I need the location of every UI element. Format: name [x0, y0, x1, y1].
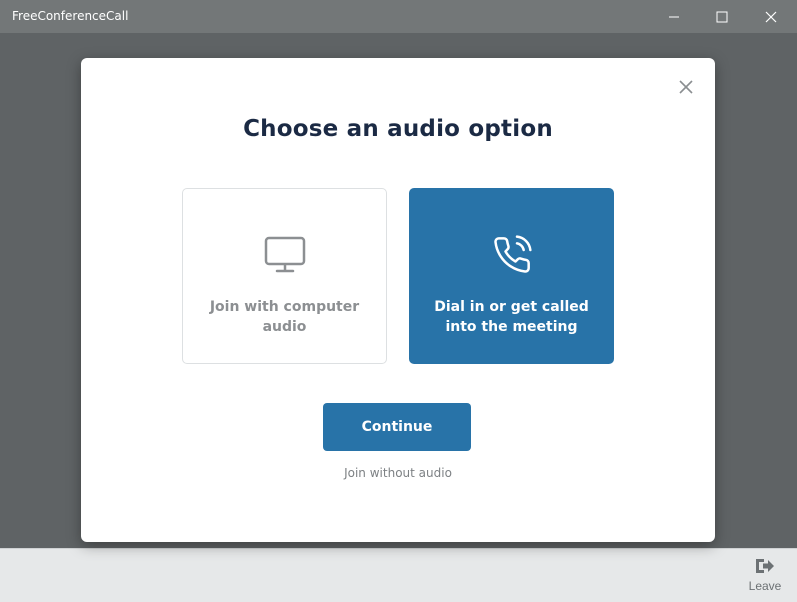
maximize-icon [716, 11, 728, 22]
audio-option-dialog: Choose an audio option Join with compute… [81, 58, 715, 542]
window-title: FreeConferenceCall [12, 9, 129, 23]
leave-icon [756, 559, 774, 573]
computer-audio-label: Join with computer audio [209, 299, 360, 335]
dialog-close-button[interactable] [677, 78, 695, 96]
join-without-audio-link[interactable]: Join without audio [81, 466, 715, 480]
minimize-icon [669, 16, 679, 17]
dial-in-label: Dial in or get called into the meeting [434, 299, 589, 335]
monitor-icon [264, 235, 306, 275]
phone-call-icon [492, 235, 532, 275]
bottom-toolbar: Leave [0, 548, 797, 602]
window-close-button[interactable] [748, 0, 794, 33]
computer-audio-option[interactable]: Join with computer audio [182, 188, 387, 364]
close-icon [679, 80, 693, 94]
leave-button[interactable]: Leave [747, 557, 783, 593]
maximize-button[interactable] [699, 0, 745, 33]
window-titlebar: FreeConferenceCall [0, 0, 797, 33]
close-icon [765, 11, 777, 22]
leave-label: Leave [748, 579, 782, 593]
continue-button[interactable]: Continue [323, 403, 471, 451]
minimize-button[interactable] [651, 0, 697, 33]
dial-in-option[interactable]: Dial in or get called into the meeting [409, 188, 614, 364]
dialog-title: Choose an audio option [243, 116, 553, 142]
